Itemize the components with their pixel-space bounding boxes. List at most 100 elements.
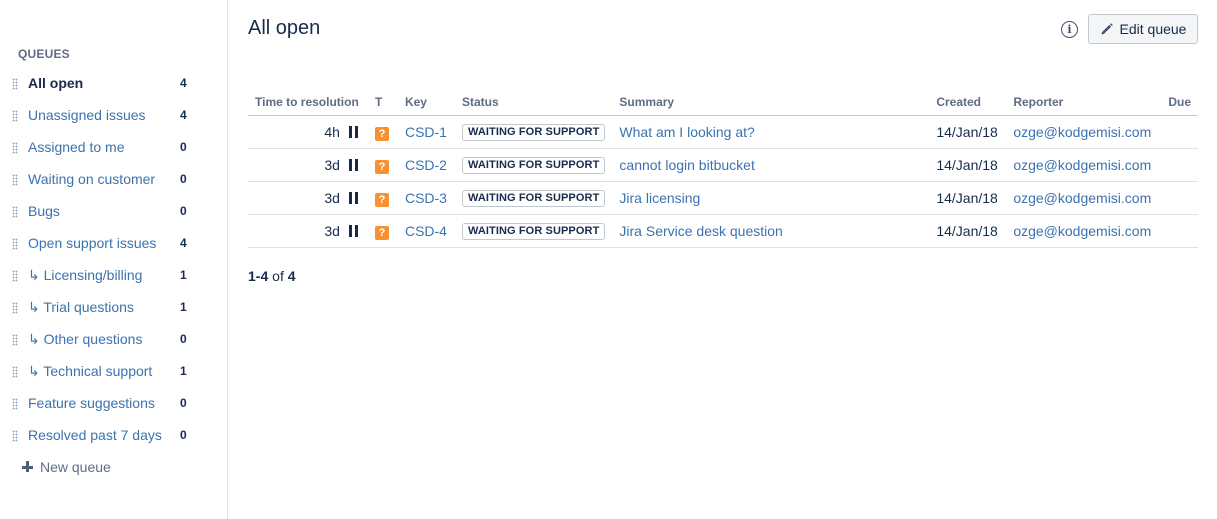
issue-summary-link[interactable]: cannot login bitbucket bbox=[619, 157, 754, 173]
drag-grip-icon[interactable] bbox=[12, 174, 18, 186]
column-header-reporter[interactable]: Reporter bbox=[1006, 89, 1162, 116]
drag-grip-icon[interactable] bbox=[12, 110, 18, 122]
sla-time: 3d bbox=[324, 222, 340, 239]
drag-grip-icon[interactable] bbox=[12, 398, 18, 410]
queue-count: 0 bbox=[180, 140, 187, 154]
column-header-summary[interactable]: Summary bbox=[612, 89, 930, 116]
column-header-type[interactable]: T bbox=[367, 89, 398, 116]
column-header-status[interactable]: Status bbox=[454, 89, 613, 116]
queue-count: 0 bbox=[180, 204, 187, 218]
info-icon[interactable]: i bbox=[1061, 21, 1078, 38]
queue-item-bugs[interactable]: Bugs 0 bbox=[0, 195, 227, 227]
pagination-start: 1 bbox=[248, 268, 256, 284]
status-cell: WAITING FOR SUPPORT bbox=[454, 181, 613, 215]
queue-name: Unassigned issues bbox=[28, 107, 146, 123]
issue-summary-link[interactable]: What am I looking at? bbox=[619, 124, 754, 140]
pause-icon bbox=[348, 125, 358, 138]
queue-name: Bugs bbox=[28, 203, 60, 219]
queue-name: ↳ Trial questions bbox=[28, 299, 134, 315]
page-title: All open bbox=[248, 17, 321, 39]
queue-count: 4 bbox=[180, 76, 187, 90]
issue-key-link[interactable]: CSD-3 bbox=[405, 190, 447, 206]
queue-name: Assigned to me bbox=[28, 139, 125, 155]
queue-name: Waiting on customer bbox=[28, 171, 156, 187]
queue-count: 1 bbox=[180, 300, 187, 314]
summary-cell: Jira Service desk question bbox=[612, 214, 930, 248]
queue-item-technical-support[interactable]: ↳ Technical support 1 bbox=[0, 355, 227, 387]
column-header-due[interactable]: Due bbox=[1161, 89, 1198, 116]
drag-grip-icon[interactable] bbox=[12, 238, 18, 250]
pause-icon bbox=[348, 158, 358, 171]
queue-count: 4 bbox=[180, 108, 187, 122]
edit-queue-button[interactable]: Edit queue bbox=[1088, 14, 1198, 44]
sla-time: 3d bbox=[324, 189, 340, 206]
queue-item-assigned-to-me[interactable]: Assigned to me 0 bbox=[0, 131, 227, 163]
queue-count: 1 bbox=[180, 268, 187, 282]
reporter-link[interactable]: ozge@kodgemisi.com bbox=[1013, 190, 1151, 206]
sidebar: QUEUES All open 4 Unassigned issues 4 As… bbox=[0, 0, 228, 519]
key-cell: CSD-2 bbox=[397, 148, 455, 182]
type-cell: ? bbox=[367, 181, 398, 215]
question-type-icon: ? bbox=[374, 126, 389, 141]
new-queue-button[interactable]: New queue bbox=[22, 459, 111, 475]
key-cell: CSD-1 bbox=[397, 115, 455, 149]
reporter-link[interactable]: ozge@kodgemisi.com bbox=[1013, 124, 1151, 140]
due-cell bbox=[1161, 115, 1198, 149]
table-row[interactable]: 3d ? CSD-3 WAITING FOR SUPPORT Jira lice… bbox=[248, 181, 1198, 215]
queue-item-other-questions[interactable]: ↳ Other questions 0 bbox=[0, 323, 227, 355]
created-date: 14/Jan/18 bbox=[936, 156, 998, 173]
created-date: 14/Jan/18 bbox=[936, 189, 998, 206]
pagination-summary: 1-4 of 4 bbox=[248, 268, 296, 284]
queue-item-all-open[interactable]: All open 4 bbox=[0, 67, 227, 99]
created-cell: 14/Jan/18 bbox=[929, 181, 1007, 215]
table-row[interactable]: 4h ? CSD-1 WAITING FOR SUPPORT What am I… bbox=[248, 115, 1198, 149]
column-header-key[interactable]: Key bbox=[397, 89, 455, 116]
time-to-resolution-cell: 3d bbox=[248, 148, 368, 182]
edit-queue-label: Edit queue bbox=[1119, 21, 1187, 37]
issue-key-link[interactable]: CSD-1 bbox=[405, 124, 447, 140]
queue-item-unassigned-issues[interactable]: Unassigned issues 4 bbox=[0, 99, 227, 131]
queue-item-feature-suggestions[interactable]: Feature suggestions 0 bbox=[0, 387, 227, 419]
queue-item-waiting-on-customer[interactable]: Waiting on customer 0 bbox=[0, 163, 227, 195]
drag-grip-icon[interactable] bbox=[12, 430, 18, 442]
queue-count: 0 bbox=[180, 172, 187, 186]
drag-grip-icon[interactable] bbox=[12, 334, 18, 346]
reporter-link[interactable]: ozge@kodgemisi.com bbox=[1013, 223, 1151, 239]
sidebar-heading: QUEUES bbox=[18, 47, 70, 61]
table-row[interactable]: 3d ? CSD-2 WAITING FOR SUPPORT cannot lo… bbox=[248, 148, 1198, 182]
due-cell bbox=[1161, 214, 1198, 248]
table-row[interactable]: 3d ? CSD-4 WAITING FOR SUPPORT Jira Serv… bbox=[248, 214, 1198, 248]
queue-item-licensing-billing[interactable]: ↳ Licensing/billing 1 bbox=[0, 259, 227, 291]
issue-key-link[interactable]: CSD-2 bbox=[405, 157, 447, 173]
queue-count: 0 bbox=[180, 332, 187, 346]
reporter-link[interactable]: ozge@kodgemisi.com bbox=[1013, 157, 1151, 173]
queue-name: ↳ Other questions bbox=[28, 331, 143, 347]
drag-grip-icon[interactable] bbox=[12, 270, 18, 282]
reporter-cell: ozge@kodgemisi.com bbox=[1006, 181, 1162, 215]
queue-count: 1 bbox=[180, 364, 187, 378]
issue-summary-link[interactable]: Jira Service desk question bbox=[619, 223, 782, 239]
drag-grip-icon[interactable] bbox=[12, 78, 18, 90]
drag-grip-icon[interactable] bbox=[12, 206, 18, 218]
new-queue-label: New queue bbox=[40, 459, 111, 475]
issue-key-link[interactable]: CSD-4 bbox=[405, 223, 447, 239]
queue-name: All open bbox=[28, 75, 84, 91]
column-header-time-to-resolution[interactable]: Time to resolution bbox=[248, 89, 368, 116]
issue-summary-link[interactable]: Jira licensing bbox=[619, 190, 700, 206]
drag-grip-icon[interactable] bbox=[12, 366, 18, 378]
column-header-created[interactable]: Created bbox=[929, 89, 1007, 116]
drag-grip-icon[interactable] bbox=[12, 302, 18, 314]
queue-item-resolved-past-7-days[interactable]: Resolved past 7 days 0 bbox=[0, 419, 227, 451]
queue-count: 0 bbox=[180, 428, 187, 442]
queue-item-open-support-issues[interactable]: Open support issues 4 bbox=[0, 227, 227, 259]
due-cell bbox=[1161, 181, 1198, 215]
drag-grip-icon[interactable] bbox=[12, 142, 18, 154]
type-cell: ? bbox=[367, 148, 398, 182]
queue-item-trial-questions[interactable]: ↳ Trial questions 1 bbox=[0, 291, 227, 323]
key-cell: CSD-3 bbox=[397, 181, 455, 215]
issue-table: Time to resolution T Key Status Summary … bbox=[248, 89, 1198, 248]
reporter-cell: ozge@kodgemisi.com bbox=[1006, 214, 1162, 248]
status-cell: WAITING FOR SUPPORT bbox=[454, 115, 613, 149]
pagination-of: of bbox=[268, 268, 288, 284]
type-cell: ? bbox=[367, 214, 398, 248]
